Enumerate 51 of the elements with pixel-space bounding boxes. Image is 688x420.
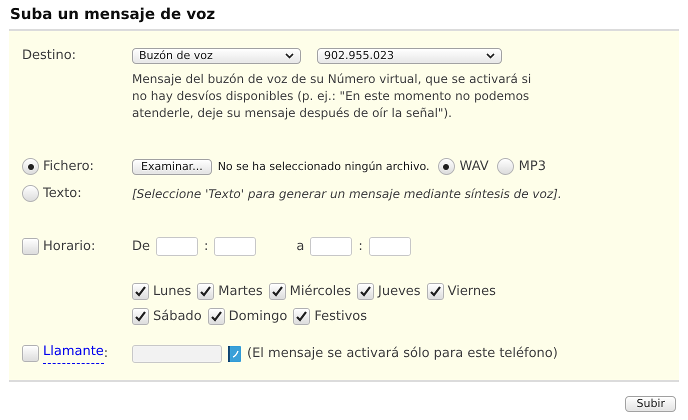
day-label: Lunes [153,283,192,301]
colon-text: : [104,345,108,363]
phone-field[interactable] [132,344,222,363]
from-label: De [132,238,150,256]
radio-button[interactable] [22,185,39,202]
checkbox[interactable] [293,308,310,326]
time-field[interactable] [310,237,352,256]
time-field[interactable] [214,237,256,256]
dropdown[interactable]: 902.955.023 [317,48,502,64]
page-title: Suba un mensaje de voz [9,4,216,25]
day-label: Sábado [153,308,202,326]
caller-link[interactable]: Llamante [43,344,104,364]
day-label: Martes [218,283,263,301]
day-label: Miércoles [290,283,352,301]
to-label: a [296,238,304,256]
checkbox[interactable] [197,283,214,300]
radio-button[interactable] [496,158,514,176]
field-label: Horario: [43,238,96,256]
chevron-down-icon [285,52,294,59]
checkbox[interactable] [22,238,39,256]
day-label: Domingo [228,308,288,326]
radio-button[interactable] [438,158,455,176]
phonebook-icon[interactable] [228,346,241,362]
checkbox[interactable] [22,345,39,362]
field-label: Texto: [43,185,82,203]
colon-text: : [358,238,363,256]
dropdown[interactable]: Buzón de voz [132,48,301,64]
checkbox[interactable] [268,283,286,300]
description-text: Mensaje del buzón de voz de su Número virtual, que se activará si no hay desvíos disponibles (p. ej.: "En este momento no podemos atenderle, deje su mensaje después de oír la señal"). [132,71,532,122]
day-label: Jueves [378,283,421,301]
file-status-text: No se ha seleccionado ningún archivo. [218,158,430,174]
checkbox[interactable] [357,283,374,300]
submit-button[interactable]: Subir [625,396,676,412]
checkbox[interactable] [132,308,149,326]
field-label: Destino: [22,47,76,65]
field-label: Fichero: [43,158,94,176]
day-label: Viernes [448,283,496,301]
time-field[interactable] [368,237,411,256]
checkbox[interactable] [132,283,149,300]
note-text: (El mensaje se activará sólo para este teléfono) [247,345,558,363]
day-label: Festivos [314,308,368,326]
colon-text: : [204,238,208,256]
chevron-down-icon [486,52,495,59]
hint-text: [Seleccione 'Texto' para generar un mensaje mediante síntesis de voz]. [132,186,562,203]
browse-button[interactable]: Examinar... [132,158,212,175]
format-label: MP3 [518,158,546,176]
time-field[interactable] [156,237,198,256]
checkbox[interactable] [208,308,225,326]
format-label: WAV [460,158,489,176]
radio-button[interactable] [22,158,39,176]
checkbox[interactable] [426,283,444,300]
